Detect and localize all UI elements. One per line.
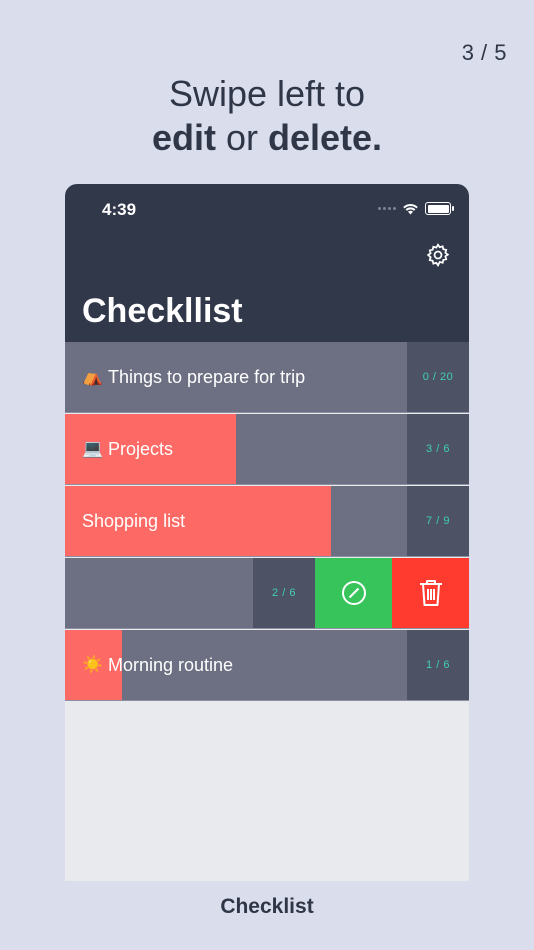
tent-icon: ⛺	[82, 367, 104, 386]
headline-or-word: or	[215, 117, 268, 158]
navigation-bar: 4:39 Checkllist	[65, 184, 469, 342]
status-icons	[378, 202, 454, 215]
list-item-count: 0 / 20	[407, 342, 469, 412]
sun-icon: ☀️	[82, 655, 104, 674]
laptop-icon: 💻	[82, 439, 104, 458]
edit-button[interactable]	[315, 558, 392, 628]
list-item-label: ☀️ Morning routine	[82, 630, 233, 700]
wifi-icon	[403, 204, 418, 215]
trash-icon	[419, 580, 442, 606]
list-item-count: 3 / 6	[407, 414, 469, 484]
list-item-name: Morning routine	[108, 654, 234, 675]
headline-line-1: Swipe left to	[168, 73, 366, 114]
list-item-swiped[interactable]: 2 / 6	[65, 558, 469, 629]
delete-button[interactable]	[392, 558, 469, 628]
list-item[interactable]: ⛺ Things to prepare for trip 0 / 20	[65, 342, 469, 413]
list-item-count: 2 / 6	[253, 558, 315, 628]
battery-icon	[425, 202, 454, 215]
headline: Swipe left to edit or delete.	[0, 72, 534, 160]
list-item-name: Shopping list	[82, 510, 186, 531]
list-item-label: ⛺ Things to prepare for trip	[82, 342, 305, 412]
list-item-name: Things to prepare for trip	[108, 366, 306, 387]
list-item-label: 💻 Projects	[82, 414, 173, 484]
edit-icon	[341, 581, 366, 605]
page-title: Checkllist	[82, 292, 243, 330]
list-item[interactable]: 💻 Projects 3 / 6	[65, 414, 469, 485]
list-item[interactable]: Shopping list 7 / 9	[65, 486, 469, 557]
headline-line-2: edit or delete.	[0, 116, 534, 160]
signal-icon	[378, 207, 396, 210]
app-name: Checklist	[220, 895, 314, 918]
list-item-name: Projects	[108, 438, 174, 459]
list-item-count: 7 / 9	[407, 486, 469, 556]
gear-icon[interactable]	[425, 242, 451, 268]
status-time: 4:39	[102, 200, 137, 219]
list-item-count: 1 / 6	[407, 630, 469, 700]
list-item-label: Shopping list	[82, 486, 185, 556]
page-counter: 3 / 5	[461, 40, 507, 65]
headline-edit-word: edit	[151, 117, 216, 158]
list-item[interactable]: ☀️ Morning routine 1 / 6	[65, 630, 469, 701]
phone-screen: 4:39 Checkllist ⛺ Things to prepare for …	[65, 184, 469, 881]
headline-delete-word: delete.	[267, 117, 383, 158]
